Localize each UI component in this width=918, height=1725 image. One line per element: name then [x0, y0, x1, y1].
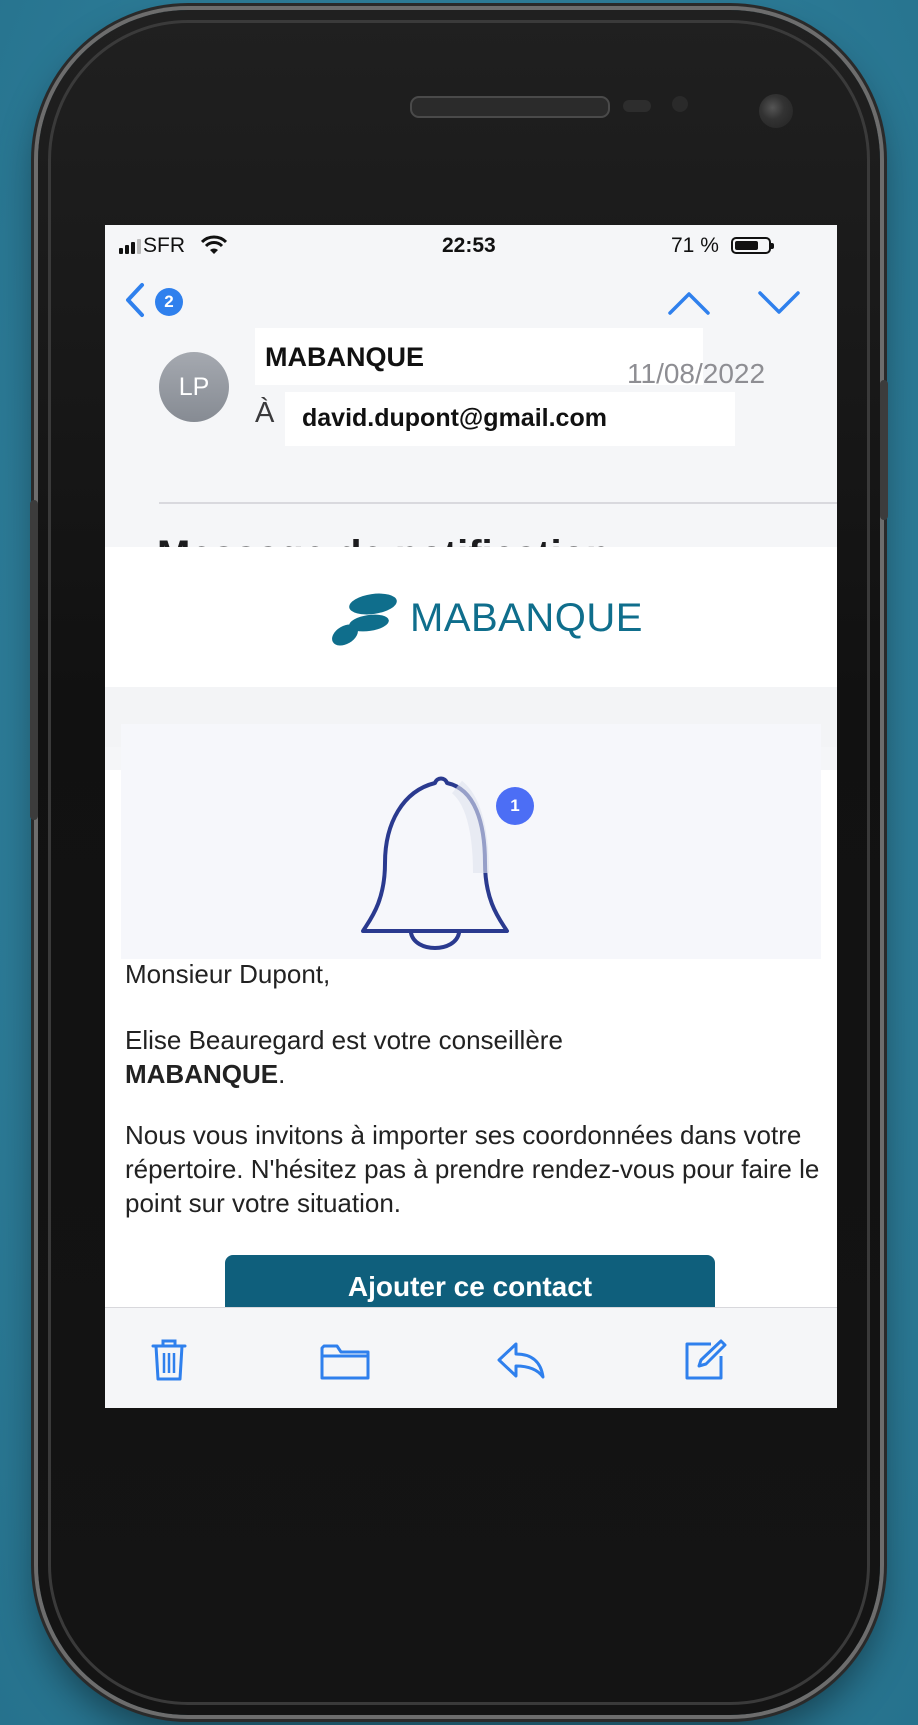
bank-name-bold: MABANQUE — [125, 1059, 279, 1089]
bank-logo-icon — [329, 590, 403, 655]
back-chevron-icon[interactable] — [123, 282, 147, 323]
compose-icon[interactable] — [681, 1338, 727, 1389]
bell-icon — [345, 763, 525, 968]
volume-button — [30, 500, 38, 820]
folder-icon[interactable] — [319, 1342, 371, 1387]
invitation-paragraph: Nous vous invitons à importer ses coordo… — [125, 1120, 820, 1218]
advisor-line: Elise Beauregard est votre conseillère M… — [125, 1023, 825, 1091]
reply-icon[interactable] — [496, 1340, 546, 1385]
recipient-address[interactable]: david.dupont@gmail.com — [302, 404, 607, 433]
carrier-name: SFR — [143, 234, 185, 257]
back-count-badge[interactable]: 2 — [155, 288, 183, 316]
header-divider — [159, 502, 837, 504]
phone-screen: SFR 22:53 71 % 2 LP MABANQUE 11/08/2022 … — [105, 225, 837, 1408]
power-button — [880, 380, 888, 520]
chevron-up-icon[interactable] — [667, 290, 711, 321]
sensor — [623, 100, 651, 112]
avatar: LP — [159, 352, 229, 422]
advisor-line-end: . — [278, 1059, 286, 1089]
wifi-icon — [200, 234, 228, 262]
add-contact-button[interactable]: Ajouter ce contact — [225, 1255, 715, 1311]
notification-count-badge: 1 — [496, 787, 534, 825]
chevron-down-icon[interactable] — [757, 290, 801, 321]
battery-percent: 71 % — [671, 234, 719, 257]
bottom-toolbar — [105, 1307, 837, 1408]
status-bar: SFR 22:53 71 % — [105, 225, 837, 268]
signal-icon — [119, 239, 141, 254]
sensor-dot — [672, 96, 688, 112]
nav-bar: 2 — [105, 268, 837, 333]
trash-icon[interactable] — [150, 1338, 188, 1387]
bank-logo-text: MABANQUE — [410, 596, 643, 640]
front-camera — [759, 94, 793, 128]
clock: 22:53 — [442, 234, 496, 257]
greeting: Monsieur Dupont, — [125, 959, 331, 989]
battery-icon — [731, 237, 774, 254]
advisor-text: Elise Beauregard est votre conseillère — [125, 1025, 563, 1055]
earpiece — [410, 96, 610, 118]
sender-name[interactable]: MABANQUE — [265, 342, 424, 373]
email-date: 11/08/2022 — [627, 358, 766, 389]
